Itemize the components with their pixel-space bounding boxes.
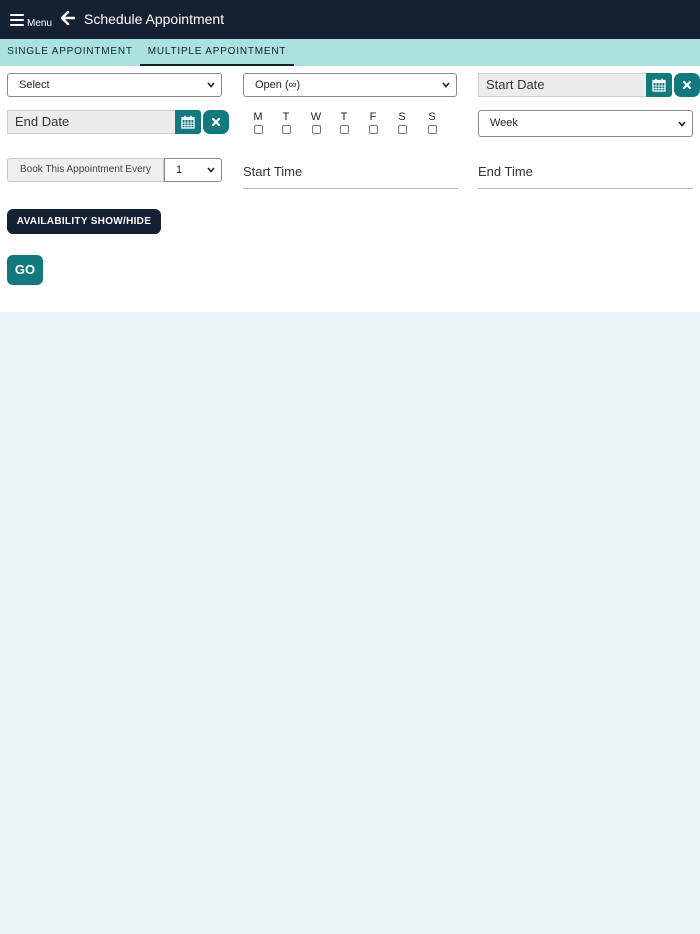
start-date-input[interactable]: Start Date bbox=[478, 73, 646, 97]
top-header: Menu Schedule Appointment bbox=[0, 0, 700, 39]
start-time-input[interactable]: Start Time bbox=[243, 162, 458, 189]
status-value: Open (∞) bbox=[255, 79, 301, 91]
book-every-value: 1 bbox=[176, 164, 183, 176]
weekday-checkbox[interactable] bbox=[427, 125, 437, 134]
menu-button[interactable]: Menu bbox=[10, 11, 52, 29]
arrow-left-icon[interactable] bbox=[61, 11, 75, 25]
weekday-label: T bbox=[340, 111, 348, 123]
weekday-monday: M bbox=[252, 111, 264, 134]
page-title: Schedule Appointment bbox=[84, 11, 225, 27]
weekday-checkbox[interactable] bbox=[311, 125, 321, 134]
weekday-checkbox[interactable] bbox=[368, 125, 378, 134]
close-icon bbox=[211, 117, 221, 127]
appointment-type-value: Select bbox=[19, 79, 50, 91]
start-date-calendar-button[interactable] bbox=[646, 73, 672, 97]
book-every-select[interactable]: 1 bbox=[164, 158, 222, 182]
close-icon bbox=[682, 80, 692, 90]
weekday-friday: F bbox=[367, 111, 379, 134]
weekday-thursday: T bbox=[338, 111, 350, 134]
availability-toggle-button[interactable]: AVAILABILITY SHOW/HIDE bbox=[7, 209, 161, 234]
weekday-sunday: S bbox=[426, 111, 438, 134]
appointment-type-select[interactable]: Select bbox=[7, 73, 222, 97]
tab-bar: SINGLE APPOINTMENT MULTIPLE APPOINTMENT bbox=[0, 39, 700, 66]
chevron-down-icon bbox=[207, 82, 215, 88]
weekday-label: W bbox=[310, 111, 322, 123]
repeat-interval-select[interactable]: Week bbox=[478, 110, 693, 137]
weekday-label: F bbox=[369, 111, 377, 123]
weekday-checkbox[interactable] bbox=[397, 125, 407, 134]
weekday-wednesday: W bbox=[310, 111, 322, 134]
weekday-label: T bbox=[282, 111, 290, 123]
start-date-clear-button[interactable] bbox=[674, 73, 700, 97]
end-date-input[interactable]: End Date bbox=[7, 110, 175, 134]
tab-multiple-appointment[interactable]: MULTIPLE APPOINTMENT bbox=[140, 39, 294, 66]
go-button[interactable]: GO bbox=[7, 255, 43, 285]
weekday-label: S bbox=[398, 111, 406, 123]
hamburger-icon bbox=[10, 14, 24, 26]
chevron-down-icon bbox=[442, 82, 450, 88]
weekday-label: M bbox=[253, 111, 263, 123]
calendar-icon bbox=[181, 115, 195, 129]
weekday-label: S bbox=[428, 111, 436, 123]
status-select[interactable]: Open (∞) bbox=[243, 73, 457, 97]
weekday-checkbox[interactable] bbox=[339, 125, 349, 134]
form-panel: Select Open (∞) Start Date End Date M T … bbox=[0, 66, 700, 312]
menu-label: Menu bbox=[27, 18, 53, 29]
chevron-down-icon bbox=[678, 121, 686, 127]
weekday-checkbox[interactable] bbox=[253, 125, 263, 134]
end-date-calendar-button[interactable] bbox=[175, 110, 201, 134]
weekday-tuesday: T bbox=[280, 111, 292, 134]
calendar-icon bbox=[652, 78, 666, 92]
end-date-clear-button[interactable] bbox=[203, 110, 229, 134]
weekday-saturday: S bbox=[396, 111, 408, 134]
chevron-down-icon bbox=[207, 167, 215, 173]
weekday-checkbox[interactable] bbox=[281, 125, 291, 134]
tab-single-appointment[interactable]: SINGLE APPOINTMENT bbox=[0, 39, 140, 66]
repeat-interval-value: Week bbox=[490, 117, 518, 129]
book-every-label: Book This Appointment Every bbox=[7, 158, 164, 182]
end-time-input[interactable]: End Time bbox=[478, 162, 693, 189]
